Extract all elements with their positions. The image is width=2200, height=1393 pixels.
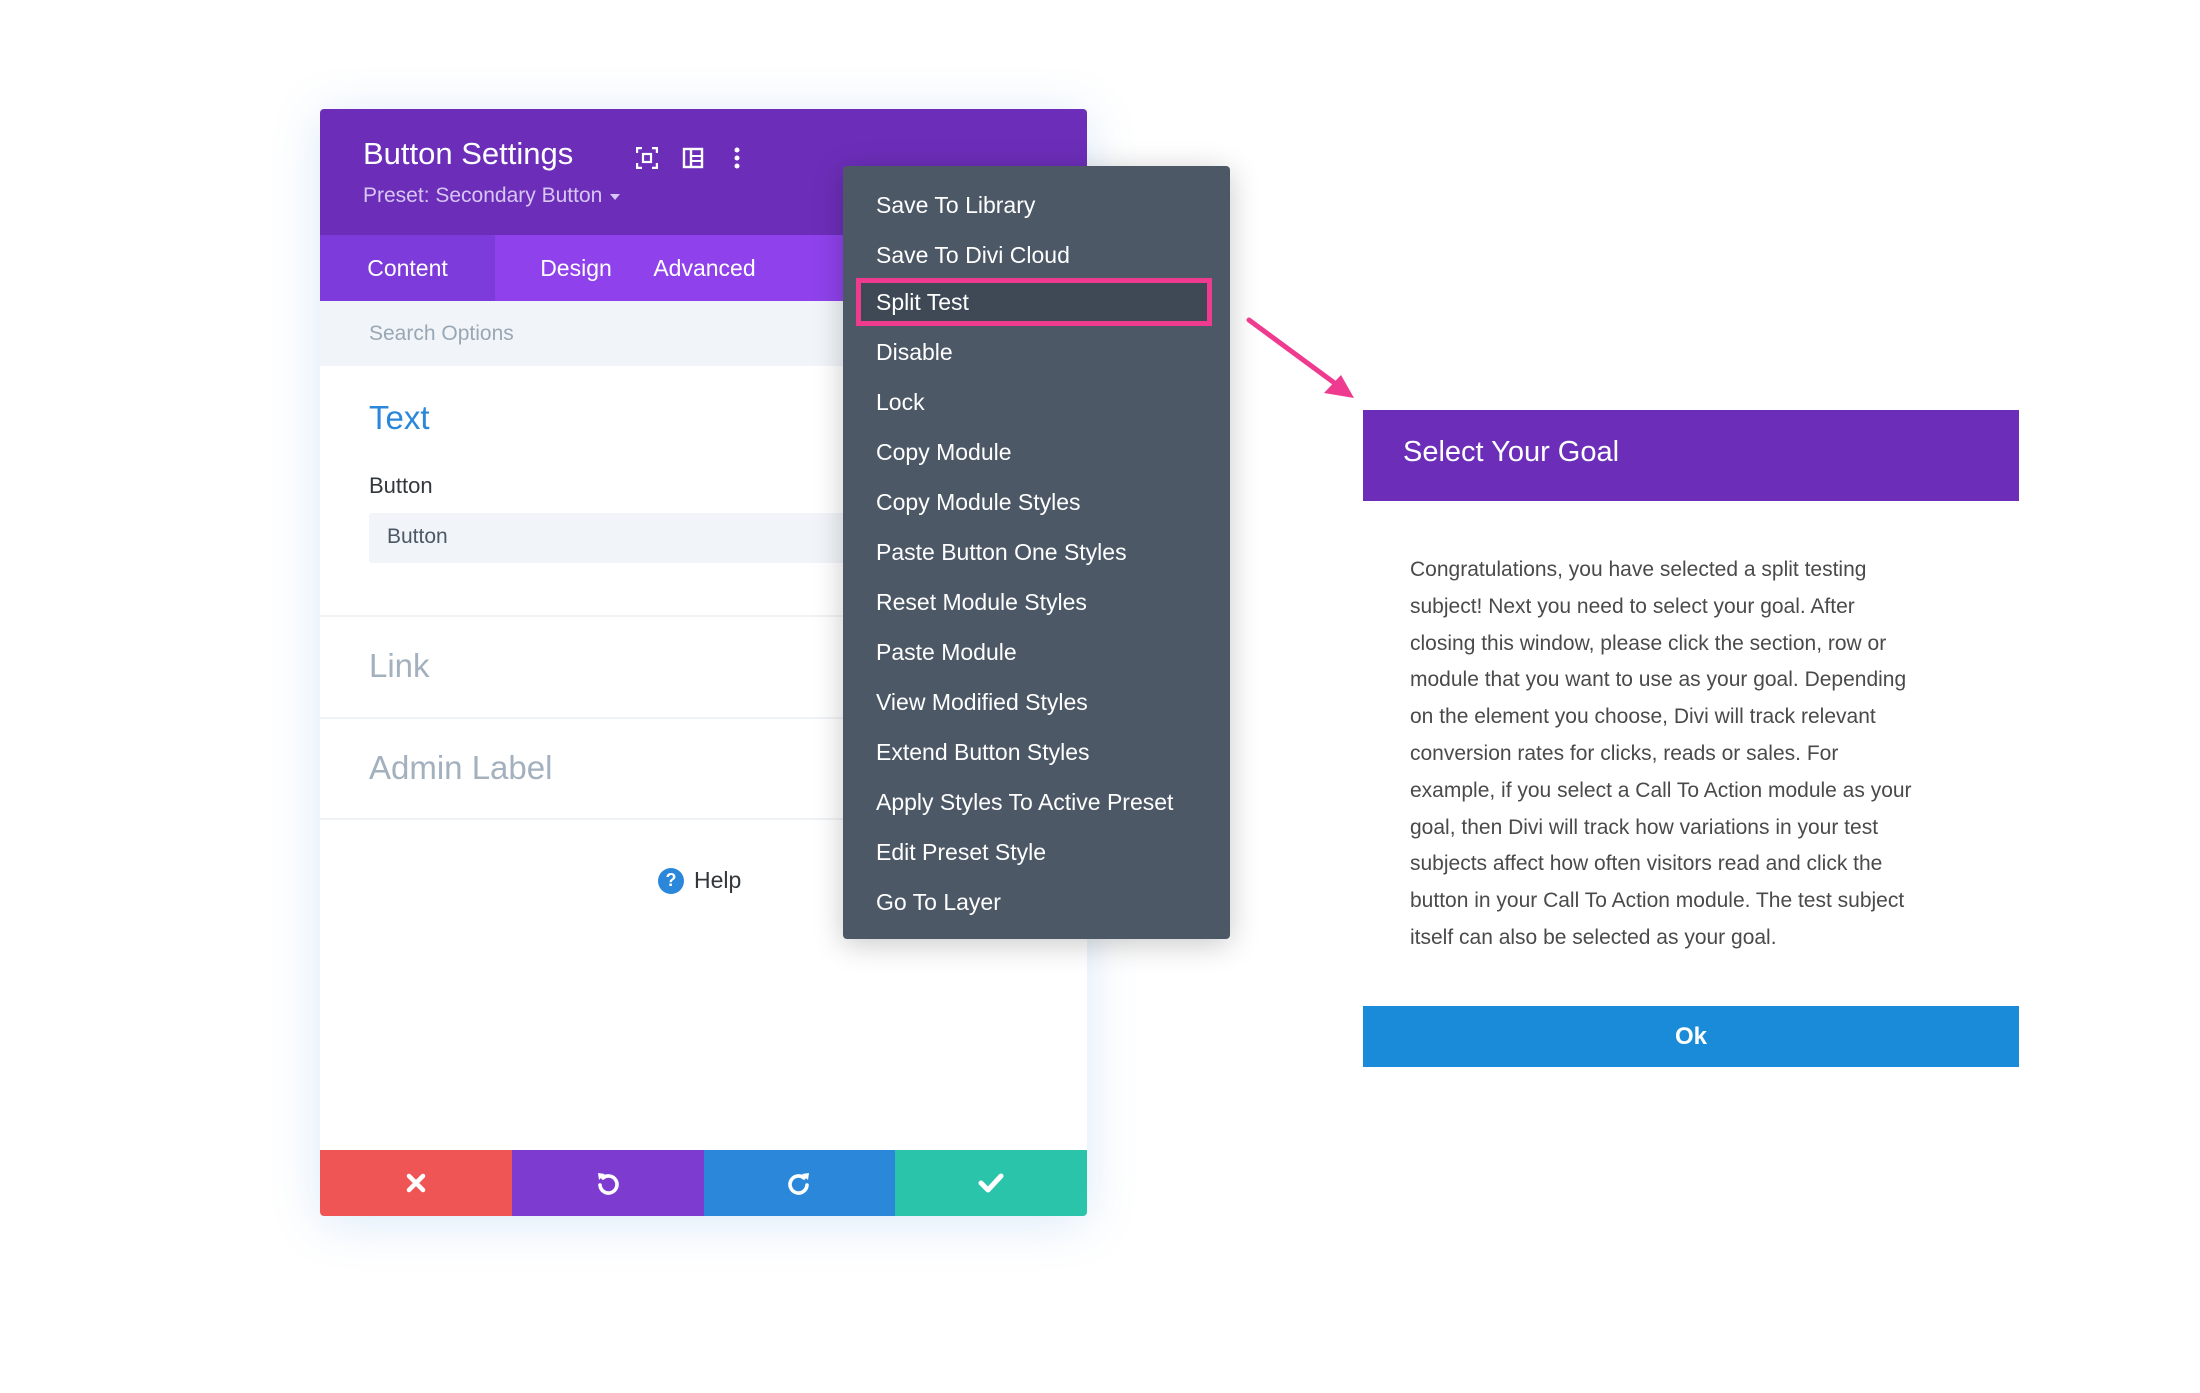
- help-icon: ?: [658, 867, 684, 894]
- module-context-menu: Save To Library Save To Divi Cloud Split…: [843, 166, 1230, 939]
- tab-design[interactable]: Design: [495, 235, 657, 301]
- goal-body-line: subject! Next you need to select your go…: [1410, 594, 1855, 618]
- expand-icon[interactable]: [632, 143, 662, 173]
- goal-body-line: goal, then Divi will track how variation…: [1410, 815, 1879, 839]
- preset-label: Preset: Secondary Button: [363, 184, 603, 207]
- menu-item-lock[interactable]: Lock: [876, 382, 925, 422]
- goal-body-line: subjects affect how often visitors read …: [1410, 852, 1883, 876]
- goal-dialog-header: Select Your Goal: [1363, 410, 2019, 501]
- menu-item-paste-button-one-styles[interactable]: Paste Button One Styles: [876, 532, 1127, 572]
- goal-body-line: itself can also be selected as your goal…: [1410, 925, 1777, 949]
- close-icon: [406, 1173, 426, 1193]
- panel-footer: [320, 1150, 1087, 1216]
- menu-item-disable[interactable]: Disable: [876, 332, 953, 372]
- menu-item-apply-styles-to-active-preset[interactable]: Apply Styles To Active Preset: [876, 782, 1173, 822]
- section-title-link[interactable]: Link: [369, 647, 430, 685]
- menu-item-copy-module[interactable]: Copy Module: [876, 432, 1012, 472]
- undo-button[interactable]: [511, 1150, 704, 1216]
- menu-item-save-to-divi-cloud[interactable]: Save To Divi Cloud: [876, 235, 1070, 275]
- section-title-admin-label[interactable]: Admin Label: [369, 749, 552, 787]
- caret-down-icon: [610, 194, 621, 200]
- menu-item-go-to-layer[interactable]: Go To Layer: [876, 882, 1001, 922]
- help-label: Help: [694, 867, 742, 893]
- help-link[interactable]: ? Help: [658, 867, 741, 894]
- menu-item-reset-module-styles[interactable]: Reset Module Styles: [876, 582, 1087, 622]
- menu-item-save-to-library[interactable]: Save To Library: [876, 185, 1035, 225]
- save-button[interactable]: [895, 1150, 1087, 1216]
- tab-content[interactable]: Content: [320, 235, 495, 301]
- button-field-label: Button: [369, 473, 433, 498]
- goal-body-line: example, if you select a Call To Action …: [1410, 778, 1912, 802]
- menu-item-edit-preset-style[interactable]: Edit Preset Style: [876, 832, 1046, 872]
- goal-dialog-body: Congratulations, you have selected a spl…: [1410, 552, 1982, 957]
- undo-icon: [597, 1173, 619, 1195]
- section-title-text[interactable]: Text: [369, 399, 430, 437]
- check-icon: [978, 1173, 1004, 1193]
- search-placeholder: Search Options: [369, 322, 514, 345]
- tab-advanced[interactable]: Advanced: [653, 235, 755, 301]
- menu-item-paste-module[interactable]: Paste Module: [876, 632, 1017, 672]
- menu-item-copy-module-styles[interactable]: Copy Module Styles: [876, 482, 1081, 522]
- pointer-arrow-icon: [1246, 317, 1354, 398]
- redo-button[interactable]: [703, 1150, 896, 1216]
- goal-body-line: closing this window, please click the se…: [1410, 631, 1887, 655]
- preset-selector[interactable]: Preset: Secondary Button: [363, 184, 621, 208]
- menu-item-split-test[interactable]: Split Test: [876, 282, 969, 322]
- goal-body-line: module that you want to use as your goal…: [1410, 668, 1907, 692]
- goal-body-line: on the element you choose, Divi will tra…: [1410, 705, 1876, 729]
- ok-button[interactable]: Ok: [1363, 1006, 2019, 1067]
- redo-icon: [788, 1173, 810, 1195]
- more-options-icon[interactable]: [722, 143, 752, 173]
- panel-title: Button Settings: [363, 136, 574, 171]
- split-view-icon[interactable]: [678, 143, 708, 173]
- menu-item-extend-button-styles[interactable]: Extend Button Styles: [876, 732, 1090, 772]
- menu-item-view-modified-styles[interactable]: View Modified Styles: [876, 682, 1088, 722]
- goal-dialog-title: Select Your Goal: [1403, 436, 1620, 468]
- goal-body-line: conversion rates for clicks, reads or sa…: [1410, 741, 1839, 765]
- discard-button[interactable]: [320, 1150, 512, 1216]
- goal-body-line: button in your Call To Action module. Th…: [1410, 889, 1905, 913]
- goal-body-line: Congratulations, you have selected a spl…: [1410, 558, 1867, 581]
